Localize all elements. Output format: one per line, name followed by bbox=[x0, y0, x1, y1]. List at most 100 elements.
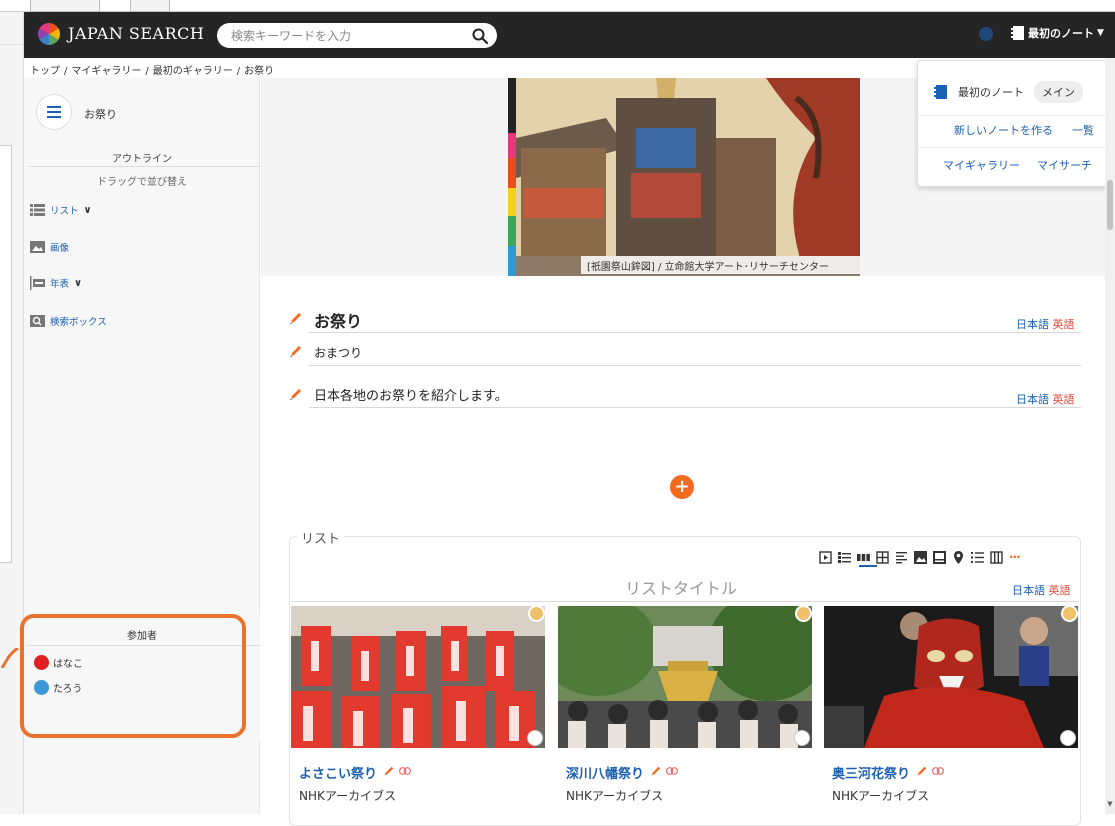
more-icon[interactable]: ··· bbox=[1009, 550, 1021, 564]
menu-button[interactable] bbox=[36, 94, 72, 130]
pencil-icon[interactable] bbox=[916, 765, 928, 777]
remove-card-icon[interactable] bbox=[795, 605, 812, 622]
language-switch: 日本語 英語 bbox=[1012, 582, 1071, 598]
outline-hint: ドラッグで並び替え bbox=[97, 177, 187, 188]
list-card[interactable]: 深川八幡祭り NHKアーカイブス bbox=[558, 605, 812, 816]
card-title[interactable]: 深川八幡祭り bbox=[566, 763, 644, 782]
outline-item-timeline[interactable]: 年表 ∨ bbox=[30, 276, 82, 290]
divider bbox=[918, 147, 1111, 148]
card-thumbnail[interactable] bbox=[291, 606, 545, 748]
lang-en[interactable]: 英語 bbox=[1049, 584, 1071, 597]
lang-en[interactable]: 英語 bbox=[1053, 318, 1075, 331]
pencil-icon[interactable] bbox=[289, 344, 303, 358]
dropdown-current-note[interactable]: 最初のノート メイン bbox=[934, 81, 1083, 103]
my-gallery-link[interactable]: マイギャラリー bbox=[943, 157, 1020, 173]
my-search-link[interactable]: マイサーチ bbox=[1037, 157, 1092, 173]
page-title: お祭り bbox=[314, 312, 363, 331]
outline-item-list[interactable]: リスト ∨ bbox=[30, 203, 92, 217]
table-icon[interactable] bbox=[876, 550, 889, 564]
note-badge-icon[interactable] bbox=[794, 730, 810, 746]
divider bbox=[918, 115, 1111, 116]
lang-ja[interactable]: 日本語 bbox=[1016, 393, 1049, 406]
card-thumbnail[interactable] bbox=[558, 606, 812, 748]
participants-highlight bbox=[20, 614, 246, 738]
user-avatar[interactable] bbox=[979, 27, 993, 41]
card-actions bbox=[916, 765, 944, 777]
card-grid-icon[interactable] bbox=[857, 551, 870, 564]
note-list-link[interactable]: 一覧 bbox=[1072, 122, 1094, 138]
description: 日本各地のお祭りを紹介します。 bbox=[314, 389, 508, 404]
list-card[interactable]: よさこい祭り NHKアーカイブス bbox=[291, 605, 545, 816]
detail-list-icon[interactable] bbox=[838, 551, 851, 564]
pencil-icon[interactable] bbox=[289, 311, 303, 325]
callout-pointer bbox=[0, 648, 19, 668]
search-icon[interactable] bbox=[471, 27, 489, 45]
link-icon[interactable] bbox=[932, 767, 944, 775]
numbered-list-icon[interactable] bbox=[971, 551, 984, 564]
pencil-icon[interactable] bbox=[383, 765, 395, 777]
image-caption-icon[interactable] bbox=[933, 550, 946, 564]
pencil-icon[interactable] bbox=[289, 387, 303, 401]
top-header: JAPAN SEARCH 最初のノート ▼ bbox=[24, 12, 1115, 58]
logo-text[interactable]: JAPAN SEARCH bbox=[68, 24, 204, 43]
pencil-icon[interactable] bbox=[650, 765, 662, 777]
breadcrumb-first-gallery[interactable]: 最初のギャラリー bbox=[153, 66, 233, 77]
list-card[interactable]: 奥三河花祭り NHKアーカイブス bbox=[824, 605, 1078, 816]
card-source: NHKアーカイブス bbox=[566, 789, 664, 803]
breadcrumb-my-gallery[interactable]: マイギャラリー bbox=[71, 66, 141, 77]
lang-ja[interactable]: 日本語 bbox=[1012, 584, 1045, 597]
link-icon[interactable] bbox=[399, 767, 411, 775]
outline-item-search-box[interactable]: 検索ボックス bbox=[30, 314, 107, 328]
link-icon[interactable] bbox=[666, 767, 678, 775]
note-menu-button[interactable]: 最初のノート ▼ bbox=[1011, 25, 1104, 41]
card-title[interactable]: 奥三河花祭り bbox=[832, 763, 910, 782]
browser-tab[interactable] bbox=[130, 0, 170, 12]
view-toolbar: ··· bbox=[819, 550, 1021, 564]
outline-item-label: 画像 bbox=[50, 243, 70, 254]
outline-item-label: 検索ボックス bbox=[50, 317, 107, 328]
search-input[interactable] bbox=[231, 27, 461, 44]
play-icon[interactable] bbox=[819, 550, 832, 564]
hero-image[interactable] bbox=[516, 78, 860, 276]
list-icon bbox=[30, 204, 45, 216]
list-legend: リスト bbox=[297, 528, 345, 547]
columns-icon[interactable] bbox=[990, 550, 1003, 564]
chevron-down-icon[interactable]: ∨ bbox=[84, 205, 92, 216]
remove-card-icon[interactable] bbox=[528, 605, 545, 622]
japan-search-logo-icon[interactable] bbox=[38, 23, 60, 45]
add-block-button[interactable]: + bbox=[670, 475, 694, 499]
browser-tab[interactable] bbox=[30, 0, 100, 12]
outer-left-box bbox=[0, 145, 12, 563]
title-reading: おまつり bbox=[314, 346, 363, 360]
lang-ja[interactable]: 日本語 bbox=[1016, 318, 1049, 331]
image-icon bbox=[30, 241, 45, 253]
image-view-icon[interactable] bbox=[914, 550, 927, 564]
outline-item-image[interactable]: 画像 bbox=[30, 240, 69, 254]
search-box bbox=[217, 23, 497, 48]
breadcrumb-top[interactable]: トップ bbox=[30, 66, 60, 77]
outline-item-label: リスト bbox=[50, 206, 79, 217]
card-thumbnail[interactable] bbox=[824, 606, 1078, 748]
divider bbox=[309, 407, 1081, 408]
language-switch: 日本語 英語 bbox=[1016, 391, 1075, 407]
lang-en[interactable]: 英語 bbox=[1053, 393, 1075, 406]
divider bbox=[28, 166, 260, 167]
breadcrumb-current: お祭り bbox=[244, 66, 275, 77]
remove-card-icon[interactable] bbox=[1061, 605, 1078, 622]
main-content: [祇園祭山鉾図] / 立命館大学アート･リサーチセンター お祭り 日本語 英語 … bbox=[261, 78, 1111, 826]
card-title[interactable]: よさこい祭り bbox=[299, 763, 377, 782]
note-badge-icon[interactable] bbox=[1060, 730, 1076, 746]
chevron-down-icon: ▼ bbox=[1097, 28, 1104, 38]
scrollbar-thumb[interactable] bbox=[1107, 180, 1113, 230]
chevron-down-icon[interactable]: ∨ bbox=[74, 278, 82, 289]
text-list-icon[interactable] bbox=[895, 551, 908, 564]
card-source: NHKアーカイブス bbox=[832, 789, 930, 803]
map-pin-icon[interactable] bbox=[952, 550, 965, 564]
divider bbox=[309, 365, 1081, 366]
scrollbar[interactable] bbox=[1105, 58, 1115, 814]
note-badge-icon[interactable] bbox=[527, 730, 543, 746]
timeline-icon bbox=[30, 276, 45, 290]
new-note-link[interactable]: 新しいノートを作る bbox=[954, 122, 1053, 138]
scroll-down-arrow-icon[interactable]: ▼ bbox=[1106, 800, 1114, 808]
note-menu-label: 最初のノート bbox=[1028, 27, 1094, 40]
